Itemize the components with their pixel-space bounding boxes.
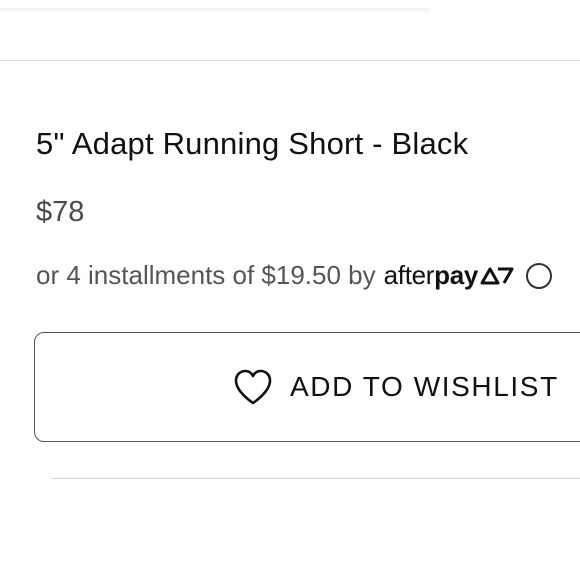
afterpay-logo-pay: pay xyxy=(434,260,479,290)
add-to-wishlist-button[interactable]: ADD TO WISHLIST xyxy=(34,332,580,442)
top-faint-divider xyxy=(0,8,430,12)
info-icon[interactable] xyxy=(526,262,553,289)
wishlist-button-label: ADD TO WISHLIST xyxy=(290,371,559,402)
installments-row: or 4 installments of $19.50 by after pay xyxy=(36,260,553,291)
product-title: 5" Adapt Running Short - Black xyxy=(36,126,469,161)
afterpay-logo[interactable]: after pay xyxy=(384,260,514,291)
product-price: $78 xyxy=(36,196,85,228)
section-divider xyxy=(52,478,580,479)
installments-text: or 4 installments of $19.50 by xyxy=(36,260,376,290)
product-page: 5" Adapt Running Short - Black $78 or 4 … xyxy=(0,0,580,580)
afterpay-arrows-icon xyxy=(480,262,514,293)
wishlist-button-content: ADD TO WISHLIST xyxy=(232,367,559,407)
heart-icon xyxy=(232,367,274,407)
header-divider xyxy=(0,60,580,61)
afterpay-logo-after: after xyxy=(383,260,435,290)
